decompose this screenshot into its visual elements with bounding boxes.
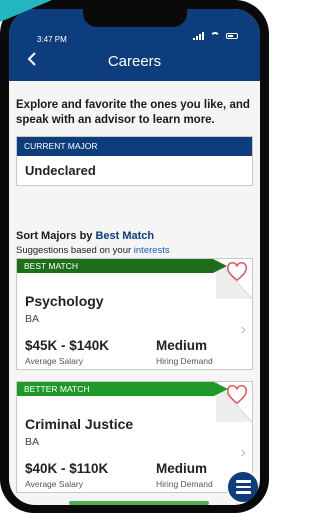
- wifi-icon: [210, 32, 220, 40]
- major-name: Criminal Justice: [25, 416, 134, 432]
- favorite-button[interactable]: [226, 384, 248, 406]
- salary-label: Average Salary: [25, 356, 83, 366]
- signal-icon: [193, 32, 204, 40]
- page-title: Careers: [107, 53, 162, 70]
- major-card-criminal-justice[interactable]: BETTER MATCH Criminal Justice BA › $40K …: [16, 381, 253, 493]
- battery-icon: [226, 33, 238, 39]
- sort-heading: Sort Majors by Best Match: [16, 230, 154, 242]
- device-notch: [83, 9, 187, 27]
- chevron-right-icon[interactable]: ›: [241, 444, 246, 462]
- status-icons: [193, 32, 238, 40]
- sort-mode-link[interactable]: Best Match: [95, 230, 154, 242]
- major-degree: BA: [25, 313, 40, 325]
- demand-label: Hiring Demand: [156, 356, 213, 366]
- phone-frame: 3:47 PM Careers Explore and favorite the…: [0, 0, 269, 513]
- salary-value: $45K - $140K: [25, 338, 110, 353]
- sort-prefix: Sort Majors by: [16, 230, 96, 242]
- sort-sub-prefix: Suggestions based on your: [16, 245, 134, 256]
- next-card-peek: [69, 501, 209, 505]
- major-card-psychology[interactable]: BEST MATCH Psychology BA › $45K - $140K …: [16, 258, 253, 370]
- current-major-label: CURRENT MAJOR: [17, 137, 252, 156]
- sort-subtitle: Suggestions based on your interests: [16, 245, 170, 256]
- salary-value: $40K - $110K: [25, 461, 109, 476]
- current-major-card: CURRENT MAJOR Undeclared: [16, 136, 253, 186]
- demand-label: Hiring Demand: [156, 479, 213, 489]
- interests-link[interactable]: interests: [134, 245, 170, 256]
- match-badge: BETTER MATCH: [17, 382, 228, 396]
- accent-corner: [0, 0, 52, 22]
- chevron-right-icon[interactable]: ›: [241, 321, 246, 339]
- major-name: Psychology: [25, 293, 104, 309]
- menu-button[interactable]: [226, 470, 260, 504]
- major-degree: BA: [25, 436, 40, 448]
- current-major-value: Undeclared: [25, 163, 96, 178]
- menu-icon: [235, 480, 251, 483]
- favorite-button[interactable]: [226, 261, 248, 283]
- demand-value: Medium: [156, 338, 208, 353]
- app-screen: 3:47 PM Careers Explore and favorite the…: [9, 9, 260, 505]
- match-badge: BEST MATCH: [17, 259, 227, 273]
- heart-icon: [227, 385, 247, 405]
- intro-text: Explore and favorite the ones you like, …: [16, 99, 250, 126]
- salary-label: Average Salary: [25, 479, 83, 489]
- status-time: 3:47 PM: [37, 35, 67, 44]
- demand-value: Medium: [156, 461, 208, 476]
- heart-icon: [227, 262, 247, 282]
